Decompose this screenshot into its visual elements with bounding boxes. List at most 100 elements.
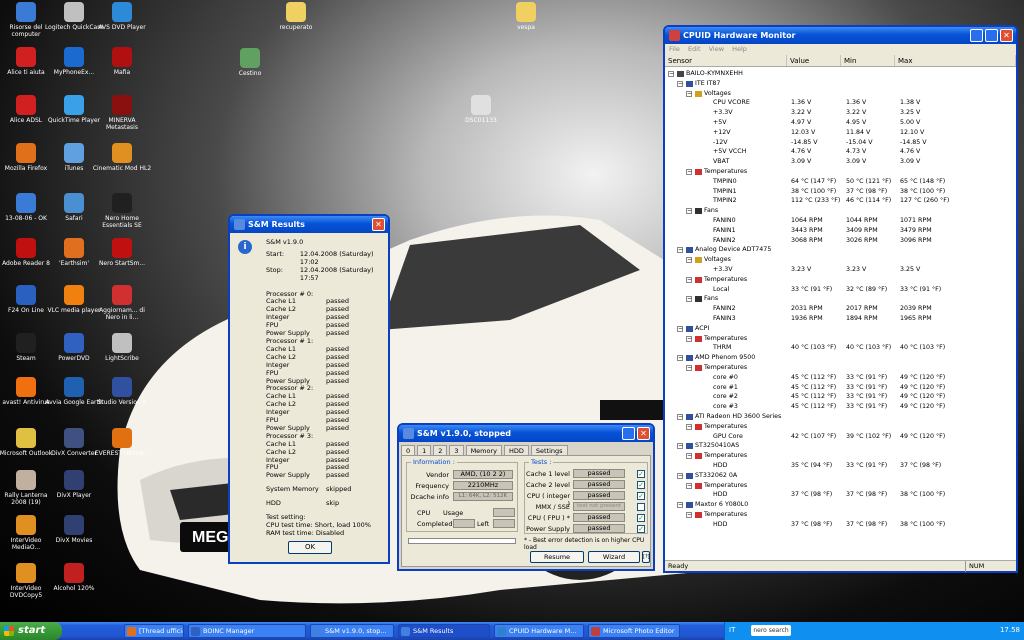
hwmonitor-titlebar[interactable]: CPUID Hardware Monitor ✕ xyxy=(665,27,1016,44)
start-button[interactable]: start xyxy=(0,622,62,640)
sensor-row[interactable]: core #1 45 °C (112 °F) 33 °C (91 °F) 49 °C … xyxy=(665,383,1016,393)
maximize-button[interactable] xyxy=(985,29,998,42)
sensor-row[interactable]: − Temperatures xyxy=(665,363,1016,373)
sm-main-titlebar[interactable]: S&M v1.9.0, stopped ✕ xyxy=(399,425,653,442)
desktop-icon[interactable]: DivX Player xyxy=(44,470,104,499)
collapse-toggle-icon[interactable]: − xyxy=(686,365,692,371)
collapse-toggle-icon[interactable]: − xyxy=(686,335,692,342)
sensor-row[interactable]: TMPIN0 64 °C (147 °F) 50 °C (121 °F) 65 °C … xyxy=(665,177,1016,187)
collapse-toggle-icon[interactable]: − xyxy=(677,80,683,87)
wizard-button[interactable]: Wizard xyxy=(588,551,640,563)
help-button[interactable]: [?] xyxy=(642,551,650,563)
taskbar-item[interactable]: [Thread ufficiale] A... xyxy=(124,624,184,638)
ok-button[interactable]: OK xyxy=(288,541,332,554)
desktop-icon[interactable]: MINERVA Metastasis xyxy=(92,95,152,131)
collapse-toggle-icon[interactable]: − xyxy=(686,423,692,430)
collapse-toggle-icon[interactable]: − xyxy=(677,325,683,332)
desktop-icon[interactable]: Nero Home Essentials SE xyxy=(92,193,152,229)
taskbar-item[interactable]: CPUID Hardware M... xyxy=(494,624,584,638)
hwmonitor-window[interactable]: CPUID Hardware Monitor ✕ File Edit View … xyxy=(663,25,1018,573)
collapse-toggle-icon[interactable]: − xyxy=(677,355,683,362)
desktop-icon[interactable]: Mafia xyxy=(92,47,152,76)
sensor-row[interactable]: FANIN3 1936 RPM 1894 RPM 1965 RPM xyxy=(665,314,1016,324)
sensor-row[interactable]: FANIN2 2031 RPM 2017 RPM 2039 RPM xyxy=(665,304,1016,314)
collapse-toggle-icon[interactable]: − xyxy=(686,90,692,97)
collapse-toggle-icon[interactable]: − xyxy=(686,296,692,303)
desktop-icon[interactable]: Nero StartSm... xyxy=(92,238,152,267)
language-indicator[interactable]: IT xyxy=(729,626,735,634)
test-checkbox[interactable]: ✓ xyxy=(637,525,645,533)
sensor-row[interactable]: − Voltages xyxy=(665,89,1016,99)
collapse-toggle-icon[interactable]: − xyxy=(677,414,683,420)
sensor-row[interactable]: Local 33 °C (91 °F) 32 °C (89 °F) 33 °C (91… xyxy=(665,285,1016,295)
collapse-toggle-icon[interactable]: − xyxy=(686,512,692,518)
collapse-toggle-icon[interactable]: − xyxy=(686,453,692,460)
sensor-row[interactable]: − Fans xyxy=(665,206,1016,216)
sensor-row[interactable]: − Temperatures xyxy=(665,422,1016,432)
sensor-row[interactable]: − Analog Device ADT7475 xyxy=(665,245,1016,255)
sensor-row[interactable]: − Temperatures xyxy=(665,334,1016,344)
sensor-row[interactable]: − ST332062 0A xyxy=(665,471,1016,481)
col-sensor[interactable]: Sensor xyxy=(665,55,787,66)
desktop-icon[interactable]: vespa xyxy=(496,2,556,31)
sensor-row[interactable]: VBAT 3.09 V 3.09 V 3.09 V xyxy=(665,157,1016,167)
sensor-row[interactable]: − Voltages xyxy=(665,255,1016,265)
collapse-toggle-icon[interactable]: − xyxy=(686,276,692,283)
sensor-row[interactable]: +3.3V 3.22 V 3.22 V 3.25 V xyxy=(665,108,1016,118)
menu-bar[interactable]: File Edit View Help xyxy=(665,44,1016,55)
test-checkbox[interactable]: ✓ xyxy=(637,470,645,478)
collapse-toggle-icon[interactable]: − xyxy=(677,502,683,509)
sensor-row[interactable]: HDD 37 °C (98 °F) 37 °C (98 °F) 38 °C (100 … xyxy=(665,490,1016,500)
desktop-icon[interactable]: Studio Version 9 xyxy=(92,377,152,406)
sensor-row[interactable]: − Maxtor 6 Y080L0 xyxy=(665,500,1016,510)
resume-button[interactable]: Resume xyxy=(530,551,584,563)
collapse-toggle-icon[interactable]: − xyxy=(677,247,683,254)
desktop-icon[interactable]: EVEREST Ultima... xyxy=(92,428,152,457)
col-value[interactable]: Value xyxy=(787,55,841,66)
test-checkbox[interactable]: ✓ xyxy=(637,514,645,522)
sensor-row[interactable]: − ITE IT87 xyxy=(665,79,1016,89)
sensor-row[interactable]: TMPIN2 112 °C (233 °F) 46 °C (114 °F) 127 °… xyxy=(665,196,1016,206)
sensor-row[interactable]: − BAILO-KYMNXEHH xyxy=(665,69,1016,79)
sensor-row[interactable]: − Temperatures xyxy=(665,451,1016,461)
test-checkbox[interactable] xyxy=(637,503,645,511)
desktop-icon[interactable]: AVS DVD Player xyxy=(92,2,152,31)
sensor-row[interactable]: core #0 45 °C (112 °F) 33 °C (91 °F) 49 °C … xyxy=(665,373,1016,383)
sensor-row[interactable]: − Fans xyxy=(665,294,1016,304)
clock[interactable]: 17.58 xyxy=(1000,626,1020,634)
sensor-row[interactable]: THRM 40 °C (103 °F) 40 °C (103 °F) 40 °C (1… xyxy=(665,343,1016,353)
sensor-row[interactable]: GPU Core 42 °C (107 °F) 39 °C (102 °F) 49 °… xyxy=(665,432,1016,442)
sensor-row[interactable]: core #3 45 °C (112 °F) 33 °C (91 °F) 49 °C … xyxy=(665,402,1016,412)
collapse-toggle-icon[interactable]: − xyxy=(686,169,692,175)
sensor-row[interactable]: − Temperatures xyxy=(665,275,1016,285)
desktop-icon[interactable]: LightScribe xyxy=(92,333,152,362)
sensor-row[interactable]: CPU VCORE 1.36 V 1.36 V 1.38 V xyxy=(665,98,1016,108)
sensor-row[interactable]: core #2 45 °C (112 °F) 33 °C (91 °F) 49 °C … xyxy=(665,392,1016,402)
collapse-toggle-icon[interactable]: − xyxy=(677,443,683,450)
close-button[interactable]: ✕ xyxy=(372,218,385,231)
desktop-icon[interactable]: Aggiornam... di Nero in li... xyxy=(92,285,152,321)
desktop-icon[interactable]: DivX Movies xyxy=(44,515,104,544)
close-button[interactable]: ✕ xyxy=(1000,29,1013,42)
desktop-icon[interactable]: recuperato xyxy=(266,2,326,31)
sensor-row[interactable]: FANIN0 1064 RPM 1044 RPM 1071 RPM xyxy=(665,216,1016,226)
taskbar-item[interactable]: S&M v1.9.0, stop... xyxy=(310,624,394,638)
sensor-row[interactable]: − AMD Phenom 9500 xyxy=(665,353,1016,363)
sensor-row[interactable]: -12V -14.85 V -15.04 V -14.85 V xyxy=(665,138,1016,148)
collapse-toggle-icon[interactable]: − xyxy=(686,257,692,264)
collapse-toggle-icon[interactable]: − xyxy=(668,71,674,77)
sensor-row[interactable]: +12V 12.03 V 11.84 V 12.10 V xyxy=(665,128,1016,138)
desktop-icon[interactable]: Alcohol 120% xyxy=(44,563,104,592)
sensor-row[interactable]: − Temperatures xyxy=(665,510,1016,520)
taskbar-item[interactable]: BOINC Manager xyxy=(188,624,306,638)
sensor-row[interactable]: +5V 4.97 V 4.95 V 5.00 V xyxy=(665,118,1016,128)
collapse-toggle-icon[interactable]: − xyxy=(686,208,692,215)
minimize-button[interactable] xyxy=(970,29,983,42)
sensor-row[interactable]: +3.3V 3.23 V 3.23 V 3.25 V xyxy=(665,265,1016,275)
nero-search-box[interactable]: nero search xyxy=(751,625,791,636)
sensor-row[interactable]: +5V VCCH 4.76 V 4.73 V 4.76 V xyxy=(665,147,1016,157)
test-checkbox[interactable]: ✓ xyxy=(637,492,645,500)
sensor-row[interactable]: − Temperatures xyxy=(665,167,1016,177)
desktop-icon[interactable]: Cinematic Mod HL2 xyxy=(92,143,152,172)
sensor-row[interactable]: TMPIN1 38 °C (100 °F) 37 °C (98 °F) 38 °C (… xyxy=(665,187,1016,197)
